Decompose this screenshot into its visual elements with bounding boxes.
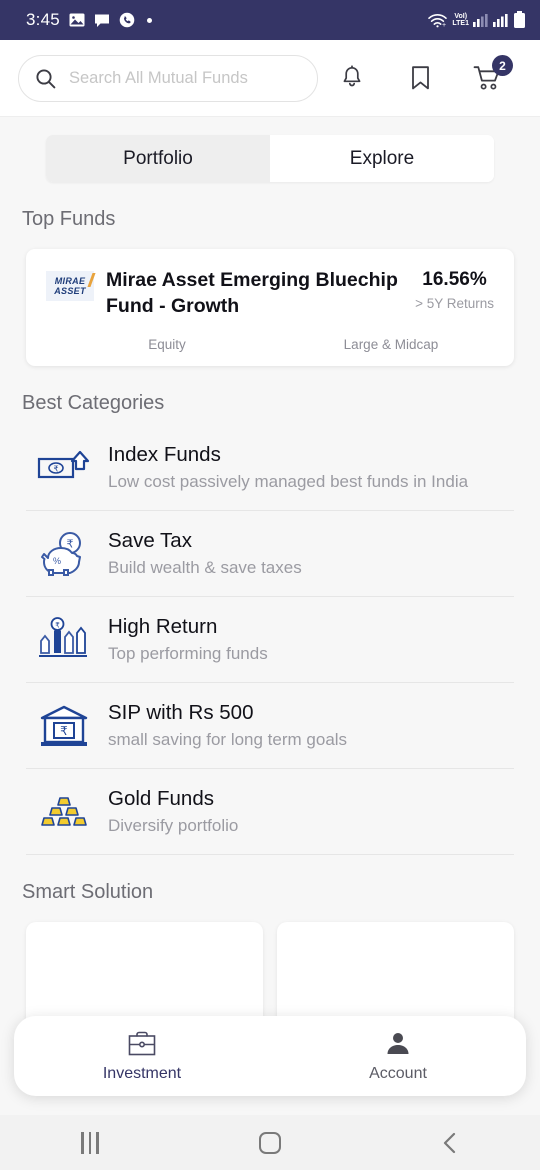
category-title: Gold Funds: [108, 787, 214, 810]
svg-text:₹: ₹: [55, 621, 60, 629]
fund-return-value: 16.56%: [422, 269, 487, 290]
category-text: SIP with Rs 500 small saving for long te…: [102, 699, 514, 752]
piggy-bank-icon: ₹ %: [26, 530, 102, 578]
fund-card-meta: Equity Large & Midcap: [46, 337, 494, 352]
android-navigation-bar: [0, 1115, 540, 1170]
home-button[interactable]: [180, 1131, 360, 1154]
category-item-save-tax[interactable]: ₹ % Save Tax Build wealth & save taxes: [0, 511, 540, 596]
cart-button[interactable]: 2: [466, 55, 513, 100]
category-desc: Build wealth & save taxes: [108, 558, 302, 577]
battery-icon: [514, 11, 525, 28]
chat-icon: [94, 14, 109, 27]
nav-label-investment: Investment: [102, 1064, 182, 1082]
best-categories-list: ₹ Index Funds Low cost passively managed…: [0, 425, 540, 855]
logo-line-1: MIRAE: [54, 276, 86, 286]
recents-button[interactable]: [0, 1131, 180, 1154]
tab-portfolio[interactable]: Portfolio: [46, 135, 270, 182]
phone-screen: 3:45 + VoI) LTE1 Search All Mutual Funds…: [0, 0, 540, 1170]
person-icon: [387, 1032, 409, 1054]
banknote-arrow-icon: ₹: [26, 447, 102, 489]
logo-line-2: ASSET: [54, 286, 86, 296]
category-title: Index Funds: [108, 443, 221, 466]
dot-indicator: [146, 17, 152, 23]
tab-explore[interactable]: Explore: [270, 135, 494, 182]
notifications-button[interactable]: [330, 56, 374, 100]
call-icon: [119, 12, 135, 28]
bell-icon: [343, 65, 361, 87]
fund-card-top: MIRAE ASSET Mirae Asset Emerging Bluechi…: [46, 267, 494, 319]
image-icon: [69, 13, 85, 27]
fund-name: Mirae Asset Emerging Bluechip Fund - Gro…: [106, 269, 398, 317]
home-icon: [259, 1131, 281, 1154]
bank-rupee-icon: ₹: [26, 703, 102, 749]
search-icon: [36, 68, 56, 88]
category-text: Gold Funds Diversify portfolio: [102, 785, 514, 838]
category-title: Save Tax: [108, 529, 192, 552]
category-desc: small saving for long term goals: [108, 730, 348, 749]
header-actions: 2: [318, 55, 522, 100]
tab-bar: Portfolio Explore: [46, 135, 494, 182]
best-categories-title: Best Categories: [22, 392, 165, 414]
category-item-gold-funds[interactable]: Gold Funds Diversify portfolio: [0, 769, 540, 854]
svg-text:₹: ₹: [53, 464, 58, 473]
search-input[interactable]: Search All Mutual Funds: [69, 69, 248, 88]
svg-text:₹: ₹: [60, 724, 68, 738]
category-text: High Return Top performing funds: [102, 613, 514, 666]
wifi-icon: +: [428, 13, 448, 28]
fund-returns: 16.56% > 5Y Returns: [415, 267, 494, 311]
status-bar-left: 3:45: [26, 10, 152, 30]
app-header: Search All Mutual Funds 2: [0, 40, 540, 117]
category-desc: Top performing funds: [108, 644, 268, 663]
recents-icon: [81, 1131, 99, 1154]
growth-chart-icon: ₹: [26, 616, 102, 663]
fund-return-label[interactable]: > 5Y Returns: [415, 296, 494, 311]
status-bar-clock: 3:45: [26, 10, 60, 29]
search-bar[interactable]: Search All Mutual Funds: [18, 54, 318, 102]
signal-icon: [493, 14, 508, 27]
top-funds-title: Top Funds: [22, 208, 116, 230]
svg-text:+: +: [442, 22, 446, 28]
status-bar-right: + VoI) LTE1: [427, 11, 526, 29]
category-item-sip-500[interactable]: ₹ SIP with Rs 500 small saving for long …: [0, 683, 540, 768]
category-item-index-funds[interactable]: ₹ Index Funds Low cost passively managed…: [0, 425, 540, 510]
category-title: High Return: [108, 615, 218, 638]
gold-bars-icon: [26, 792, 102, 832]
nav-item-account[interactable]: Account: [270, 1030, 526, 1083]
briefcase-icon: [128, 1031, 156, 1055]
category-title: SIP with Rs 500: [108, 701, 254, 724]
bottom-navigation: Investment Account: [14, 1016, 526, 1096]
category-text: Save Tax Build wealth & save taxes: [102, 527, 514, 580]
nav-item-investment[interactable]: Investment: [14, 1030, 270, 1083]
category-item-high-return[interactable]: ₹ High Return Top performing funds: [0, 597, 540, 682]
fund-category: Equity: [148, 337, 186, 352]
category-desc: Low cost passively managed best funds in…: [108, 472, 469, 491]
category-text: Index Funds Low cost passively managed b…: [102, 441, 514, 494]
volte-icon: VoI) LTE1: [452, 13, 469, 27]
signal-icon: [473, 14, 488, 27]
scroll-content: Portfolio Explore Top Funds MIRAE ASSET …: [0, 117, 540, 1115]
category-desc: Diversify portfolio: [108, 816, 239, 835]
smart-solution-title: Smart Solution: [22, 881, 154, 903]
top-fund-card[interactable]: MIRAE ASSET Mirae Asset Emerging Bluechi…: [26, 249, 514, 366]
cart-badge: 2: [492, 55, 513, 76]
mirae-asset-logo-icon: MIRAE ASSET: [46, 271, 96, 301]
back-icon: [443, 1132, 456, 1153]
bookmark-button[interactable]: [398, 56, 442, 100]
status-bar: 3:45 + VoI) LTE1: [0, 0, 540, 40]
svg-text:%: %: [53, 556, 61, 566]
bookmark-icon: [411, 66, 429, 90]
nav-label-account: Account: [369, 1064, 427, 1082]
fund-cap: Large & Midcap: [343, 337, 439, 352]
back-button[interactable]: [360, 1131, 540, 1155]
